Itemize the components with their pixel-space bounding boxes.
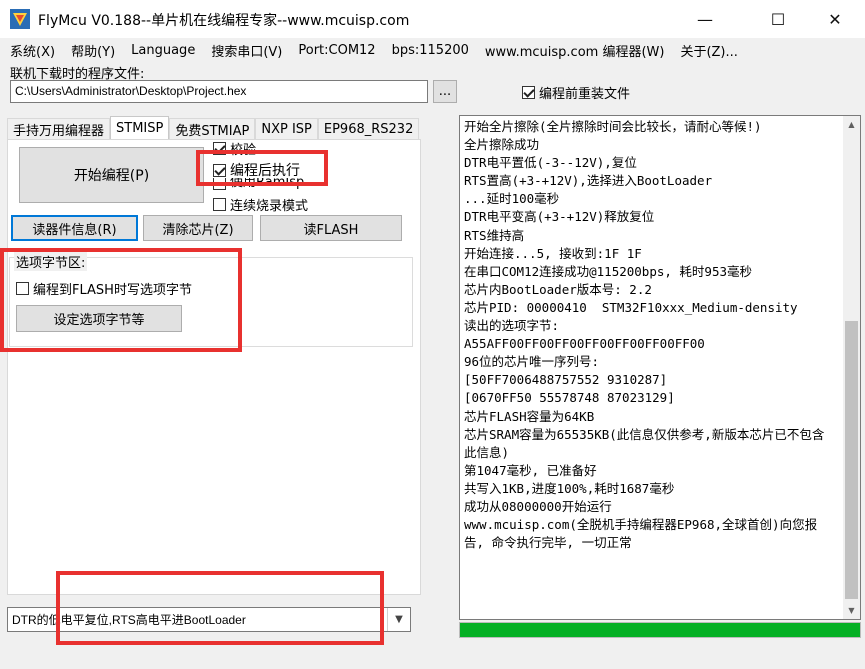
log-line: 第1047毫秒, 已准备好 xyxy=(464,462,597,478)
scroll-up-icon[interactable]: ▲ xyxy=(843,116,860,133)
progress-bar xyxy=(459,622,861,638)
chevron-down-icon[interactable]: ▼ xyxy=(387,608,410,631)
log-line: RTS维持高 xyxy=(464,227,525,243)
flymcu-app-icon xyxy=(10,9,30,29)
read-device-info-button[interactable]: 读器件信息(R) xyxy=(11,215,138,241)
browse-button[interactable]: ... xyxy=(433,80,457,103)
read-flash-button[interactable]: 读FLASH xyxy=(260,215,402,241)
minimize-icon: — xyxy=(697,9,713,29)
maximize-button[interactable]: ☐ xyxy=(755,0,801,38)
log-line: 读出的选项字节: xyxy=(464,318,560,334)
continuous-checkbox[interactable] xyxy=(213,198,226,211)
log-text: 开始全片擦除(全片擦除时间会比较长，请耐心等候!) 全片擦除成功 DTR电平置低(-… xyxy=(464,118,836,552)
reload-file-option[interactable]: 编程前重装文件 xyxy=(522,83,630,102)
log-line: 开始全片擦除(全片擦除时间会比较长，请耐心等候!) xyxy=(464,119,762,134)
close-button[interactable]: ✕ xyxy=(812,0,858,38)
title-bar: FlyMcu V0.188--单片机在线编程专家--www.mcuisp.com… xyxy=(0,0,865,38)
scroll-thumb[interactable] xyxy=(845,321,858,599)
log-line: 成功从08000000开始运行 xyxy=(464,498,612,514)
highlight-option-bytes xyxy=(0,248,242,352)
log-line: [0670FF50 55578748 87023129] xyxy=(464,390,675,406)
menu-bar: 系统(X) 帮助(Y) Language 搜索串口(V) Port:COM12 … xyxy=(0,38,865,62)
window-title: FlyMcu V0.188--单片机在线编程专家--www.mcuisp.com xyxy=(38,13,410,29)
menu-about[interactable]: 关于(Z)... xyxy=(672,41,745,60)
log-line: 芯片PID: 00000410 STM32F10xxx_Medium-densi… xyxy=(464,299,798,315)
log-line: 芯片内BootLoader版本号: 2.2 xyxy=(464,281,652,297)
menu-bps[interactable]: bps:115200 xyxy=(384,43,477,58)
tab-strip: 手持万用编程器 STMISP 免费STMIAP NXP ISP EP968_RS… xyxy=(7,116,420,140)
menu-help[interactable]: 帮助(Y) xyxy=(63,41,123,60)
highlight-run-after xyxy=(196,150,328,186)
log-line: 芯片SRAM容量为65535KB(此信息仅供参考,新版本芯片已不包含此信息) xyxy=(464,426,825,460)
log-line: 开始连接...5, 接收到:1F 1F xyxy=(464,245,642,261)
tab-free-stmiap[interactable]: 免费STMIAP xyxy=(169,118,256,140)
log-line: 全片擦除成功 xyxy=(464,137,540,153)
file-path-input[interactable]: C:\Users\Administrator\Desktop\Project.h… xyxy=(10,80,428,103)
log-line: DTR电平变高(+3-+12V)释放复位 xyxy=(464,209,655,225)
highlight-reset-mode xyxy=(56,571,384,645)
log-line: 芯片FLASH容量为64KB xyxy=(464,408,595,424)
log-line: ...延时100毫秒 xyxy=(464,191,560,207)
menu-system[interactable]: 系统(X) xyxy=(0,41,63,60)
continuous-option[interactable]: 连续烧录模式 xyxy=(213,195,308,214)
minimize-button[interactable]: — xyxy=(682,0,728,38)
tab-nxp-isp[interactable]: NXP ISP xyxy=(255,118,318,140)
log-output[interactable]: 开始全片擦除(全片擦除时间会比较长，请耐心等候!) 全片擦除成功 DTR电平置低(-… xyxy=(459,115,861,620)
maximize-icon: ☐ xyxy=(770,9,786,29)
log-line: DTR电平置低(-3--12V),复位 xyxy=(464,155,637,171)
erase-chip-button[interactable]: 清除芯片(Z) xyxy=(143,215,253,241)
log-line: 在串口COM12连接成功@115200bps, 耗时953毫秒 xyxy=(464,263,753,279)
reload-file-label: 编程前重装文件 xyxy=(539,87,631,102)
close-icon: ✕ xyxy=(828,9,842,29)
log-line: [50FF7006488757552 9310287] xyxy=(464,372,668,388)
menu-programmer[interactable]: www.mcuisp.com 编程器(W) xyxy=(477,41,673,60)
reload-file-checkbox[interactable] xyxy=(522,86,535,99)
log-line: www.mcuisp.com(全脱机手持编程器EP968,全球首创)向您报告, … xyxy=(464,517,818,551)
log-scrollbar[interactable]: ▲ ▼ xyxy=(843,116,860,619)
continuous-label: 连续烧录模式 xyxy=(230,199,309,214)
menu-language[interactable]: Language xyxy=(123,43,203,58)
log-line: RTS置高(+3-+12V),选择进入BootLoader xyxy=(464,173,713,189)
scroll-down-icon[interactable]: ▼ xyxy=(843,602,860,619)
tab-stmisp[interactable]: STMISP xyxy=(110,116,170,140)
log-line: A55AFF00FF00FF00FF00FF00FF00FF00 xyxy=(464,336,705,352)
log-line: 96位的芯片唯一序列号: xyxy=(464,354,600,370)
tab-ep968[interactable]: EP968_RS232 xyxy=(317,118,420,140)
tab-handheld[interactable]: 手持万用编程器 xyxy=(7,118,111,140)
start-programming-button[interactable]: 开始编程(P) xyxy=(19,147,204,203)
menu-port[interactable]: Port:COM12 xyxy=(290,43,383,58)
progress-fill xyxy=(460,623,860,637)
log-line: 共写入1KB,进度100%,耗时1687毫秒 xyxy=(464,480,675,496)
menu-search-port[interactable]: 搜索串口(V) xyxy=(203,41,290,60)
